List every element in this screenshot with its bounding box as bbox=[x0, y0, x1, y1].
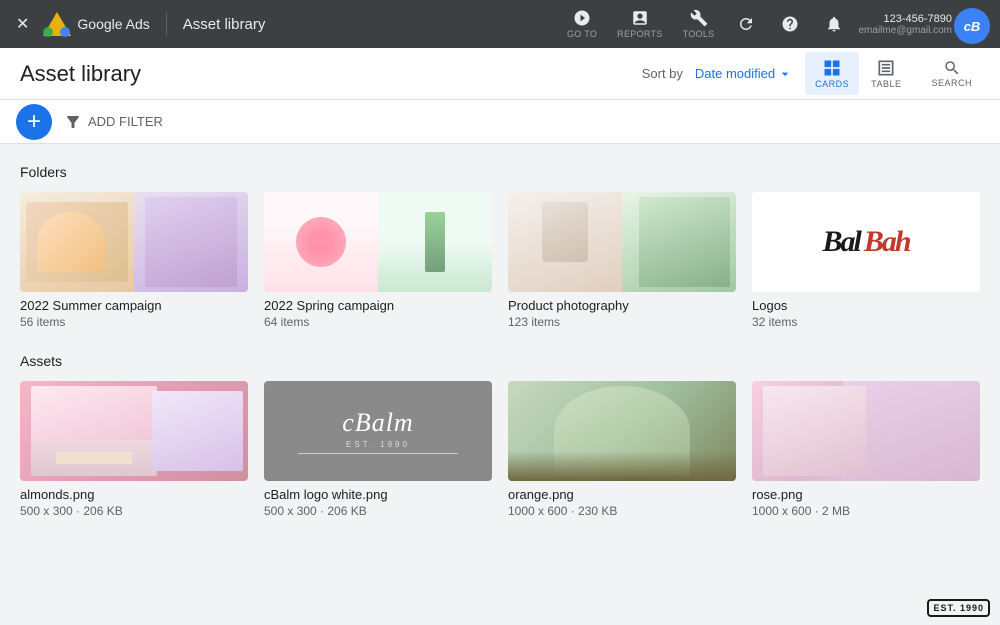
nav-icon-group: GO TO REPORTS TOOLS 123-456-7890 emailme… bbox=[559, 5, 988, 43]
asset-thumbnail bbox=[20, 381, 248, 481]
goto-button[interactable]: GO TO bbox=[559, 5, 605, 43]
filter-label: ADD FILTER bbox=[88, 114, 163, 129]
close-icon[interactable]: ✕ bbox=[12, 10, 33, 38]
asset-meta: 1000 x 600 · 230 KB bbox=[508, 504, 736, 518]
assets-grid: almonds.png 500 x 300 · 206 KB cBalm EST… bbox=[20, 381, 980, 518]
folder-count: 32 items bbox=[752, 315, 980, 329]
asset-thumbnail: cBalm EST. 1990 bbox=[264, 381, 492, 481]
app-name: Google Ads bbox=[77, 16, 149, 32]
search-button[interactable]: SEARCH bbox=[923, 55, 980, 92]
folder-thumbnail bbox=[264, 192, 492, 292]
sort-label: Sort by bbox=[642, 66, 683, 81]
tools-button[interactable]: TOOLS bbox=[675, 5, 723, 43]
sort-value-button[interactable]: Date modified bbox=[695, 66, 793, 82]
folder-name: 2022 Spring campaign bbox=[264, 298, 492, 313]
asset-meta: 500 x 300 · 206 KB bbox=[264, 504, 492, 518]
folders-section-title: Folders bbox=[20, 164, 980, 180]
view-toggle: CARDS TABLE bbox=[805, 52, 911, 95]
asset-meta: 500 x 300 · 206 KB bbox=[20, 504, 248, 518]
top-navigation: ✕ Google Ads Asset library GO TO REPORTS… bbox=[0, 0, 1000, 48]
filter-icon bbox=[64, 113, 82, 131]
assets-section-title: Assets bbox=[20, 353, 980, 369]
asset-card[interactable]: orange.png 1000 x 600 · 230 KB bbox=[508, 381, 736, 518]
asset-name: rose.png bbox=[752, 487, 980, 502]
folder-name: 2022 Summer campaign bbox=[20, 298, 248, 313]
content-area: Folders 2022 Summer campaign 56 items bbox=[0, 144, 1000, 625]
folder-name: Product photography bbox=[508, 298, 736, 313]
reports-button[interactable]: REPORTS bbox=[609, 5, 670, 43]
asset-card[interactable]: cBalm EST. 1990 cBalm logo white.png 500… bbox=[264, 381, 492, 518]
table-label: TABLE bbox=[871, 79, 901, 89]
notifications-button[interactable] bbox=[814, 11, 854, 37]
sub-header-controls: Sort by Date modified CARDS TABLE SEARCH bbox=[642, 52, 980, 95]
folder-name: Logos bbox=[752, 298, 980, 313]
nav-divider bbox=[166, 12, 167, 36]
folder-count: 64 items bbox=[264, 315, 492, 329]
cards-view-button[interactable]: CARDS bbox=[805, 52, 859, 95]
user-email: emailme@gmail.com bbox=[858, 25, 952, 36]
help-button[interactable] bbox=[770, 11, 810, 37]
table-icon bbox=[876, 58, 896, 78]
goto-label: GO TO bbox=[567, 29, 597, 39]
tools-label: TOOLS bbox=[683, 29, 715, 39]
sub-header: Asset library Sort by Date modified CARD… bbox=[0, 48, 1000, 100]
search-icon bbox=[943, 59, 961, 77]
user-phone: 123-456-7890 bbox=[858, 13, 952, 25]
folder-card[interactable]: 2022 Summer campaign 56 items bbox=[20, 192, 248, 329]
folder-thumbnail bbox=[20, 192, 248, 292]
chevron-down-icon bbox=[777, 66, 793, 82]
folder-count: 56 items bbox=[20, 315, 248, 329]
cards-label: CARDS bbox=[815, 79, 849, 89]
filter-button[interactable]: ADD FILTER bbox=[64, 113, 163, 131]
search-label: SEARCH bbox=[931, 78, 972, 88]
cards-icon bbox=[822, 58, 842, 78]
asset-meta: 1000 x 600 · 2 MB bbox=[752, 504, 980, 518]
asset-name: almonds.png bbox=[20, 487, 248, 502]
ads-logo-icon bbox=[41, 10, 73, 38]
add-button[interactable]: + bbox=[16, 104, 52, 140]
asset-name: orange.png bbox=[508, 487, 736, 502]
table-view-button[interactable]: TABLE bbox=[861, 52, 911, 95]
google-ads-logo: Google Ads bbox=[41, 10, 149, 38]
folder-thumbnail bbox=[508, 192, 736, 292]
folders-grid: 2022 Summer campaign 56 items 2022 Sprin… bbox=[20, 192, 980, 329]
folder-card[interactable]: Bal Bah EST. 1990 cB Logos 32 i bbox=[752, 192, 980, 329]
page-title: Asset library bbox=[20, 61, 141, 87]
asset-card[interactable]: rose.png 1000 x 600 · 2 MB bbox=[752, 381, 980, 518]
nav-page-title: Asset library bbox=[183, 16, 266, 33]
reports-label: REPORTS bbox=[617, 29, 662, 39]
asset-card[interactable]: almonds.png 500 x 300 · 206 KB bbox=[20, 381, 248, 518]
folder-thumbnail: Bal Bah EST. 1990 cB bbox=[752, 192, 980, 292]
asset-name: cBalm logo white.png bbox=[264, 487, 492, 502]
asset-thumbnail bbox=[752, 381, 980, 481]
logo-area: ✕ Google Ads Asset library bbox=[12, 10, 265, 38]
folder-count: 123 items bbox=[508, 315, 736, 329]
refresh-button[interactable] bbox=[726, 11, 766, 37]
folder-card[interactable]: 2022 Spring campaign 64 items bbox=[264, 192, 492, 329]
toolbar: + ADD FILTER bbox=[0, 100, 1000, 144]
folder-card[interactable]: Product photography 123 items bbox=[508, 192, 736, 329]
asset-thumbnail bbox=[508, 381, 736, 481]
